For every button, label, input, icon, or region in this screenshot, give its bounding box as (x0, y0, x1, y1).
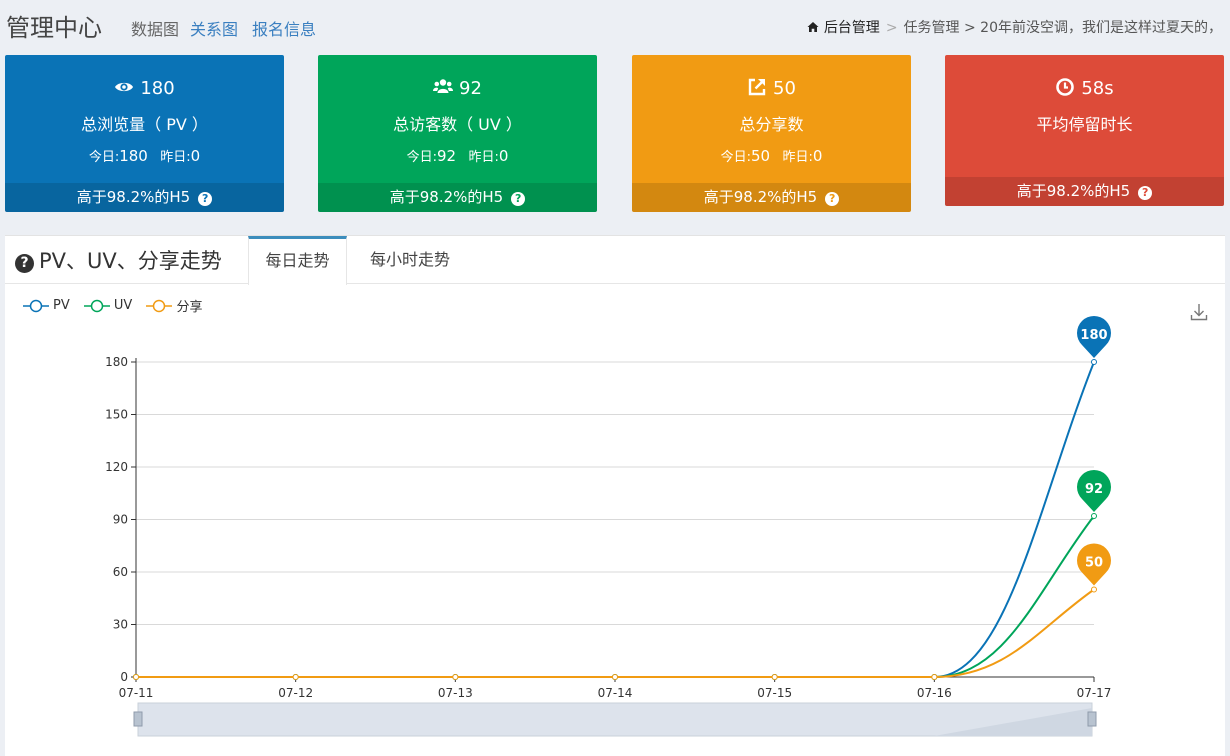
uv-stat-card: 92 总访客数（ UV ） 今日:92 昨日:0 高于98.2%的H5? (318, 55, 597, 212)
help-icon[interactable]: ? (198, 192, 213, 206)
pv-today-value: 180 (119, 147, 148, 165)
uv-total-value: 92 (459, 78, 482, 99)
pv-card-label: 总浏览量（ PV ） (81, 115, 208, 134)
share-rank-text: 高于98.2%的H5 (703, 188, 818, 206)
page-title: 管理中心 (6, 14, 102, 42)
x-tick-label: 07-12 (278, 686, 313, 700)
duration-card-footer: 高于98.2%的H5? (945, 177, 1224, 206)
y-tick-label: 60 (113, 565, 128, 579)
uv-today-value: 92 (436, 147, 457, 165)
pv-card-footer: 高于98.2%的H5? (5, 183, 284, 212)
max-value-label: 50 (1085, 556, 1103, 571)
uv-card-value-row: 92 (318, 77, 597, 99)
x-tick-label: 07-13 (438, 686, 473, 700)
datazoom-left-handle (133, 711, 143, 727)
today-label: 今日: (88, 150, 120, 165)
home-icon (807, 22, 819, 32)
uv-card-label: 总访客数（ UV ） (393, 115, 522, 134)
breadcrumb: 后台管理 > 任务管理 > 20年前没空调，我们是这样过夏天的， (807, 17, 1222, 37)
data-point (771, 674, 778, 680)
share-today-value: 50 (750, 147, 771, 165)
share-card-footer: 高于98.2%的H5? (632, 183, 911, 212)
clock-icon (1056, 78, 1075, 96)
data-point (1091, 513, 1097, 519)
datazoom-track (137, 702, 1093, 737)
breadcrumb-home[interactable]: 后台管理 (824, 20, 880, 36)
today-label: 今日: (406, 150, 437, 165)
avg-duration-value: 58s (1081, 78, 1114, 99)
pv-stat-card: 180 总浏览量（ PV ） 今日:180 昨日:0 高于98.2%的H5? (5, 55, 284, 212)
y-tick-label: 180 (105, 355, 128, 369)
y-tick-label: 0 (120, 670, 128, 684)
share-yesterday-value: 0 (812, 147, 823, 165)
max-value-label: 180 (1080, 328, 1107, 343)
pv-card-daily: 今日:180 昨日:0 (5, 146, 284, 165)
x-tick-label: 07-17 (1077, 686, 1112, 700)
pv-rank-text: 高于98.2%的H5 (76, 188, 191, 206)
duration-rank-text: 高于98.2%的H5 (1016, 182, 1131, 200)
series-line-2 (136, 588, 1095, 678)
share-total-value: 50 (773, 78, 796, 99)
pv-yesterday-value: 0 (190, 147, 201, 165)
nav-link-relation-chart[interactable]: 关系图 (190, 16, 238, 40)
users-icon (433, 79, 454, 93)
uv-yesterday-value: 0 (498, 147, 509, 165)
duration-card-value-row: 58s (945, 77, 1224, 99)
trend-panel: ? PV、UV、分享走势 每日走势 每小时走势 PV UV 分享 0 30 60 90 1… (5, 235, 1225, 756)
data-point (133, 674, 139, 680)
y-tick-label: 150 (105, 408, 128, 422)
x-tick-label: 07-15 (757, 686, 792, 700)
data-point (612, 674, 618, 680)
yesterday-label: 昨日: (782, 150, 813, 165)
series-line-1 (136, 515, 1095, 678)
data-point (1091, 586, 1097, 593)
y-tick-label: 30 (113, 618, 128, 632)
datazoom-right-handle (1087, 711, 1097, 727)
eye-icon (115, 82, 134, 92)
data-point (931, 674, 938, 680)
data-point (292, 674, 299, 680)
x-tick-label: 07-11 (119, 686, 154, 700)
help-icon[interactable]: ? (825, 192, 840, 206)
nav-link-data-chart[interactable]: 数据图 (131, 16, 179, 40)
uv-card-footer: 高于98.2%的H5? (318, 183, 597, 212)
pv-card-value-row: 180 (5, 77, 284, 99)
share-stat-card: 50 总分享数 今日:50 昨日:0 高于98.2%的H5? (632, 55, 911, 212)
share-card-daily: 今日:50 昨日:0 (632, 146, 911, 165)
share-card-value-row: 50 (632, 77, 911, 99)
breadcrumb-path[interactable]: 任务管理 > 20年前没空调，我们是这样过夏天的， (904, 20, 1222, 36)
max-value-label: 92 (1085, 482, 1103, 497)
yesterday-label: 昨日: (468, 150, 499, 165)
pv-total-value: 180 (140, 78, 175, 99)
y-tick-label: 90 (113, 513, 128, 527)
uv-rank-text: 高于98.2%的H5 (389, 188, 504, 206)
nav-link-signup-info[interactable]: 报名信息 (252, 16, 316, 40)
trend-line-chart: 0 30 60 90 120 150 180 07-11 07-12 07-13 07-14 07-1… (105, 315, 1112, 737)
y-tick-label: 120 (105, 460, 128, 474)
share-icon (748, 78, 766, 96)
uv-card-daily: 今日:92 昨日:0 (318, 146, 597, 165)
x-tick-label: 07-14 (598, 686, 633, 700)
share-card-label: 总分享数 (739, 115, 804, 134)
yesterday-label: 昨日: (160, 150, 191, 165)
help-icon[interactable]: ? (1138, 186, 1153, 200)
x-tick-label: 07-16 (917, 686, 952, 700)
help-icon[interactable]: ? (511, 192, 526, 206)
breadcrumb-separator: > (885, 20, 898, 36)
duration-card-label: 平均停留时长 (1036, 115, 1133, 134)
data-point (452, 674, 459, 680)
duration-stat-card: 58s 平均停留时长 高于98.2%的H5? (945, 55, 1224, 206)
data-point (1091, 359, 1097, 365)
page-header: 管理中心 数据图 关系图 报名信息 后台管理 > 任务管理 > 20年前没空调，我们… (0, 0, 1230, 50)
today-label: 今日: (720, 150, 751, 165)
